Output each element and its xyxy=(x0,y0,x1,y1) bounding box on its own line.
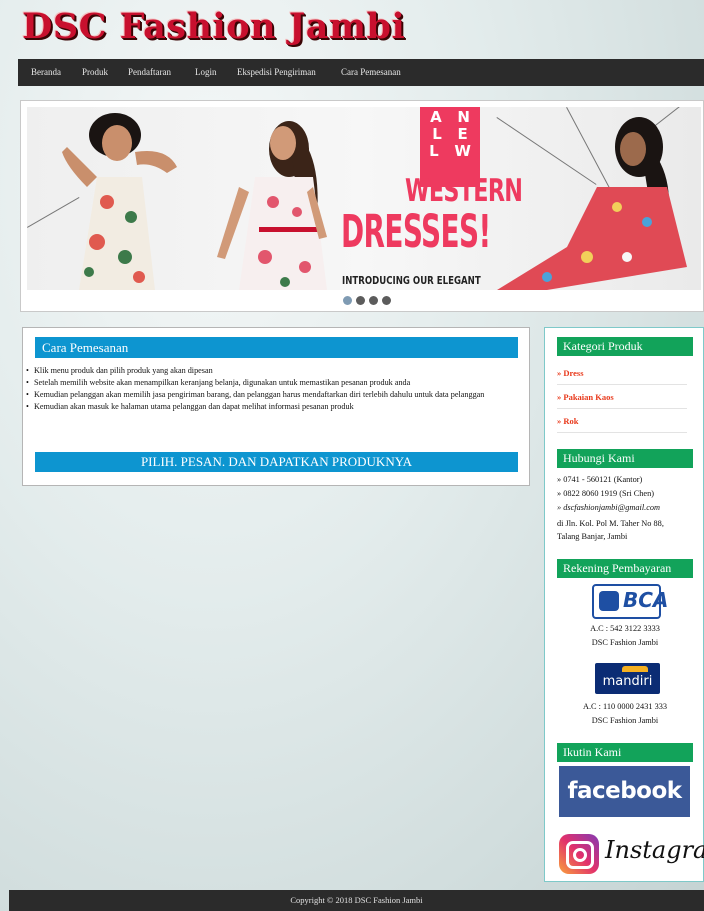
model-two xyxy=(217,121,327,290)
nav-item-pendaftaran[interactable]: Pendaftaran xyxy=(128,59,171,86)
order-step: Kemudian akan masuk ke halaman utama pel… xyxy=(26,401,526,413)
contact-address-line2: Talang Banjar, Jambi xyxy=(557,532,628,541)
sidebar-heading-hubungi: Hubungi Kami xyxy=(557,449,693,468)
slider-dot[interactable] xyxy=(343,296,352,305)
instagram-logo-text: Instagram xyxy=(605,836,704,864)
contact-phone-mobile: » 0822 8060 1919 (Sri Chen) xyxy=(557,489,655,498)
main-navbar: Beranda Produk Pendaftaran Login Ekspedi… xyxy=(18,59,704,86)
nav-item-ekspedisi-pengiriman[interactable]: Ekspedisi Pengiriman xyxy=(237,59,316,86)
bca-account-number: A.C : 542 3122 3333 xyxy=(590,624,660,633)
banner-dresses-text: DRESSES! xyxy=(341,205,491,258)
banner-intro-text: INTRODUCING OUR ELEGANT xyxy=(342,274,481,287)
facebook-link[interactable]: facebook xyxy=(559,766,690,817)
mandiri-logo: mandiri xyxy=(595,663,660,694)
image-slider: A N L E L W WESTERN DRESSES! INTRODUCING… xyxy=(20,100,704,312)
cta-banner: PILIH. PESAN. DAN DAPATKAN PRODUKNYA xyxy=(35,452,518,472)
slider-dot[interactable] xyxy=(369,296,378,305)
contact-address-line1: di Jln. Kol. Pol M. Taher No 88, xyxy=(557,519,664,528)
category-link-rok[interactable]: » Rok xyxy=(557,409,687,433)
order-guide-title: Cara Pemesanan xyxy=(35,337,518,358)
banner-letter: W xyxy=(454,142,471,160)
site-title[interactable]: DSC Fashion Jambi xyxy=(22,6,405,47)
banner-letter: L xyxy=(432,125,442,143)
order-step: Klik menu produk dan pilih produk yang a… xyxy=(26,365,526,377)
order-guide-panel: Cara Pemesanan Klik menu produk dan pili… xyxy=(22,327,530,486)
sidebar-heading-kategori: Kategori Produk xyxy=(557,337,693,356)
order-step: Kemudian pelanggan akan memilih jasa pen… xyxy=(26,389,526,401)
footer: Copyright © 2018 DSC Fashion Jambi xyxy=(9,890,704,911)
nav-item-cara-pemesanan[interactable]: Cara Pemesanan xyxy=(341,59,401,86)
banner-models-illustration xyxy=(62,107,687,290)
slider-dot[interactable] xyxy=(382,296,391,305)
banner-western-text: WESTERN xyxy=(405,173,523,209)
contact-email[interactable]: » dscfashionjambi@gmail.com xyxy=(557,501,660,514)
order-step: Setelah memilih website akan menampilkan… xyxy=(26,377,526,389)
instagram-link[interactable]: Instagram xyxy=(559,830,704,878)
facebook-logo-text: facebook xyxy=(567,778,682,804)
mandiri-account-holder: DSC Fashion Jambi xyxy=(591,716,659,725)
nav-item-login[interactable]: Login xyxy=(195,59,217,86)
bca-logo: BCA xyxy=(592,584,668,619)
instagram-lens-icon xyxy=(573,848,587,862)
instagram-icon xyxy=(559,834,599,874)
bca-account-holder: DSC Fashion Jambi xyxy=(591,638,659,647)
model-three xyxy=(497,117,687,290)
contact-phone-office: » 0741 - 560121 (Kantor) xyxy=(557,475,643,484)
sidebar-heading-rekening: Rekening Pembayaran xyxy=(557,559,693,578)
slider-banner-image[interactable]: A N L E L W WESTERN DRESSES! INTRODUCING… xyxy=(27,107,701,290)
banner-letter: L xyxy=(429,142,439,160)
banner-letter: A xyxy=(430,108,442,126)
category-link-pakaian-kaos[interactable]: » Pakaian Kaos xyxy=(557,385,687,409)
nav-item-produk[interactable]: Produk xyxy=(82,59,108,86)
banner-letter: E xyxy=(457,125,468,143)
banner-letter: N xyxy=(457,108,470,126)
nav-item-beranda[interactable]: Beranda xyxy=(31,59,61,86)
bca-logo-text: BCA xyxy=(623,588,669,612)
mandiri-account-number: A.C : 110 0000 2431 333 xyxy=(582,702,668,711)
bca-emblem-icon xyxy=(599,591,619,611)
slider-dot[interactable] xyxy=(356,296,365,305)
footer-copyright: Copyright © 2018 DSC Fashion Jambi xyxy=(290,895,423,905)
sidebar-heading-ikuti: Ikutin Kami xyxy=(557,743,693,762)
mandiri-wave-icon xyxy=(622,666,648,672)
banner-all-new-label: A N L E L W xyxy=(420,109,480,160)
sidebar: Kategori Produk » Dress » Pakaian Kaos »… xyxy=(544,327,704,882)
order-steps-list: Klik menu produk dan pilih produk yang a… xyxy=(26,365,526,413)
category-link-dress[interactable]: » Dress xyxy=(557,361,687,385)
model-one xyxy=(62,113,177,290)
mandiri-logo-text: mandiri xyxy=(602,674,653,689)
